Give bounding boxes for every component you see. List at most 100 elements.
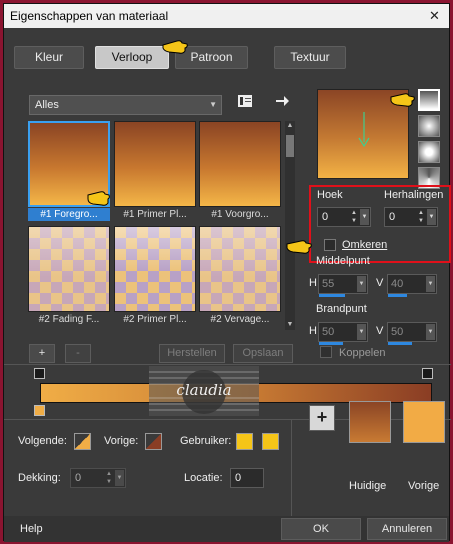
arrow-right-icon[interactable]	[273, 92, 291, 110]
add-color-button[interactable]: +	[309, 405, 335, 431]
divider	[291, 420, 292, 516]
previous-color-preview[interactable]	[403, 401, 445, 443]
spin-arrows-icon[interactable]: ▲ ▼	[416, 209, 426, 225]
thumbnail-2-primer[interactable]: #2 Primer Pl...	[114, 226, 196, 326]
location-field[interactable]: 0	[230, 468, 264, 488]
thumbnail-2-vervagen[interactable]: #2 Vervage...	[199, 226, 281, 326]
focal-v-value: 50	[391, 326, 404, 338]
gradient-direction-handle[interactable]	[358, 112, 370, 150]
thumbnail-2-fading[interactable]: #2 Fading F...	[28, 226, 110, 326]
opacity-value: 0	[75, 472, 82, 484]
spin-arrows-icon[interactable]: ▲ ▼	[104, 470, 114, 486]
add-button[interactable]: +	[29, 344, 55, 363]
radial-style-button[interactable]	[418, 141, 440, 163]
current-color-swatch[interactable]	[349, 401, 391, 443]
pointing-hand-icon	[286, 240, 312, 254]
midpoint-h-level	[319, 294, 346, 297]
remove-button[interactable]: -	[65, 344, 91, 363]
focal-h-label: H	[309, 325, 317, 337]
gradient-swatch	[28, 226, 110, 312]
focal-v-level	[388, 342, 412, 345]
divider	[4, 364, 451, 365]
angle-spinner[interactable]: 0 ▲ ▼ ▼	[317, 207, 371, 227]
focal-label: Brandpunt	[316, 303, 367, 315]
footer-bar: Help OK Annuleren	[4, 516, 449, 542]
scroll-down-icon[interactable]: ▼	[285, 320, 295, 330]
gradient-style-list	[418, 89, 440, 193]
category-value: Alles	[35, 99, 59, 111]
midpoint-h-spinner[interactable]: 55 ▼	[318, 274, 368, 297]
midpoint-marker-right[interactable]	[422, 368, 433, 379]
midpoint-h-value: 55	[322, 278, 335, 290]
scroll-up-icon[interactable]: ▲	[285, 121, 295, 131]
thumbnail-1-primer[interactable]: #1 Primer Pl...	[114, 121, 196, 221]
previous-color-label: Vorige	[408, 480, 440, 492]
chevron-down-icon: ▼	[209, 100, 217, 109]
category-dropdown[interactable]: Alles ▼	[29, 95, 222, 115]
location-label: Locatie:	[184, 472, 223, 484]
repeats-label: Herhalingen	[384, 189, 444, 201]
library-icon[interactable]	[236, 92, 254, 110]
chevron-down-icon[interactable]: ▼	[426, 276, 435, 292]
chevron-down-icon[interactable]: ▼	[360, 209, 369, 225]
focal-v-spinner[interactable]: 50 ▼	[387, 322, 437, 345]
tab-verloop[interactable]: Verloop	[95, 46, 169, 69]
thumbnail-label: #1 Primer Pl...	[123, 209, 187, 220]
cancel-button[interactable]: Annuleren	[367, 518, 447, 540]
focal-h-value: 50	[322, 326, 335, 338]
current-label: Huidige	[349, 480, 387, 492]
invert-checkbox[interactable]	[324, 239, 336, 251]
focal-h-level	[319, 342, 343, 345]
tab-kleur[interactable]: Kleur	[14, 46, 84, 69]
window-title: Eigenschappen van materiaal	[10, 9, 169, 23]
user-color-swatch-2[interactable]	[262, 433, 279, 450]
title-bar: Eigenschappen van materiaal ✕	[4, 4, 449, 28]
opacity-spinner[interactable]: 0 ▲ ▼ ▼	[70, 468, 126, 488]
thumbnail-label: #1 Voorgro...	[211, 209, 269, 220]
chevron-down-icon[interactable]: ▼	[427, 209, 436, 225]
midpoint-marker-left[interactable]	[34, 368, 45, 379]
tab-textuur[interactable]: Textuur	[274, 46, 346, 69]
gradient-swatch	[199, 226, 281, 312]
linear-style-button[interactable]	[418, 89, 440, 111]
next-color-swatch[interactable]	[74, 433, 91, 450]
pointing-hand-icon	[390, 93, 415, 107]
next-label: Volgende:	[18, 435, 67, 447]
midpoint-v-label: V	[376, 277, 384, 289]
user-color-swatch-1[interactable]	[236, 433, 253, 450]
chevron-down-icon[interactable]: ▼	[357, 324, 366, 340]
spin-arrows-icon[interactable]: ▲ ▼	[349, 209, 359, 225]
thumbnail-1-voorgrond[interactable]: #1 Voorgro...	[199, 121, 281, 221]
close-icon[interactable]: ✕	[427, 8, 442, 23]
rectangular-style-button[interactable]	[418, 115, 440, 137]
focal-h-spinner[interactable]: 50 ▼	[318, 322, 368, 345]
thumbnail-label: #2 Fading F...	[38, 314, 100, 325]
ok-button[interactable]: OK	[281, 518, 361, 540]
pointing-hand-icon	[162, 40, 188, 54]
chevron-down-icon[interactable]: ▼	[115, 470, 124, 486]
invert-label: Omkeren	[342, 239, 388, 251]
gradient-swatch	[114, 121, 196, 207]
thumbnail-label: #2 Primer Pl...	[123, 314, 187, 325]
angle-label: Hoek	[317, 189, 343, 201]
chevron-down-icon[interactable]: ▼	[426, 324, 435, 340]
color-stop-left[interactable]	[34, 405, 45, 416]
midpoint-v-spinner[interactable]: 40 ▼	[387, 274, 437, 297]
gradient-swatch	[114, 226, 196, 312]
gradient-editor-bar[interactable]	[40, 383, 432, 403]
repeats-spinner[interactable]: 0 ▲ ▼ ▼	[384, 207, 438, 227]
thumbnail-label: #2 Vervage...	[210, 314, 270, 325]
gradient-swatch	[199, 121, 281, 207]
library-scrollbar[interactable]: ▲ ▼	[285, 121, 295, 330]
reset-button[interactable]: Herstellen	[159, 344, 225, 363]
scroll-thumb[interactable]	[286, 135, 294, 157]
repeats-value: 0	[389, 211, 396, 223]
help-link[interactable]: Help	[20, 523, 43, 535]
chevron-down-icon[interactable]: ▼	[357, 276, 366, 292]
save-button[interactable]: Opslaan	[233, 344, 293, 363]
location-value: 0	[235, 472, 242, 484]
previous-color-swatch[interactable]	[145, 433, 162, 450]
focal-v-label: V	[376, 325, 384, 337]
link-checkbox[interactable]	[320, 346, 332, 358]
midpoint-h-label: H	[309, 277, 317, 289]
